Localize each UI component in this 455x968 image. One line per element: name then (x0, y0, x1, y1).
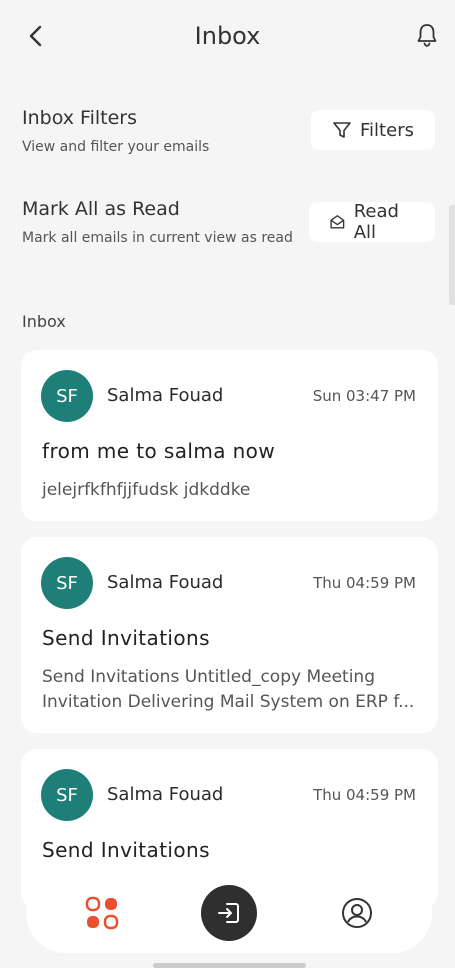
email-sender: Salma Fouad (107, 572, 224, 593)
filter-icon (333, 122, 351, 138)
inbox-filters-subtitle: View and filter your emails (22, 139, 210, 155)
nav-profile[interactable] (329, 885, 385, 941)
email-sender: Salma Fouad (107, 385, 224, 406)
notifications-button[interactable] (413, 20, 441, 50)
read-all-button[interactable]: Read All (309, 201, 435, 243)
avatar: SF (41, 370, 93, 422)
inbox-section-label: Inbox (22, 312, 66, 331)
inbox-filters-title: Inbox Filters (22, 107, 137, 129)
email-sender: Salma Fouad (107, 784, 224, 805)
nav-login[interactable] (201, 885, 257, 941)
email-preview: Send Invitations Untitled_copy Meeting I… (42, 667, 415, 712)
email-subject: Send Invitations (42, 626, 210, 650)
top-app-bar: Inbox (0, 0, 455, 74)
bottom-navigation (26, 873, 432, 953)
filters-button[interactable]: Filters (311, 110, 435, 150)
inbox-filters-row: Inbox Filters View and filter your email… (22, 107, 435, 167)
filters-button-label: Filters (360, 119, 414, 141)
avatar: SF (41, 769, 93, 821)
home-indicator (153, 963, 306, 968)
email-subject: from me to salma now (42, 439, 276, 463)
avatar: SF (41, 557, 93, 609)
envelope-open-icon (330, 215, 345, 229)
mark-all-read-row: Mark All as Read Mark all emails in curr… (22, 198, 435, 258)
email-time: Sun 03:47 PM (312, 387, 416, 405)
mark-all-read-subtitle: Mark all emails in current view as read (22, 230, 293, 246)
scrollbar[interactable] (449, 205, 455, 305)
mark-all-read-title: Mark All as Read (22, 198, 180, 220)
email-time: Thu 04:59 PM (313, 786, 416, 804)
email-subject: Send Invitations (42, 838, 210, 862)
user-circle-icon (342, 898, 372, 928)
read-all-button-label: Read All (353, 201, 399, 243)
email-card[interactable]: SF Salma Fouad Sun 03:47 PM from me to s… (21, 350, 438, 521)
nav-dashboard[interactable] (74, 885, 130, 941)
page-title: Inbox (194, 22, 261, 50)
email-time: Thu 04:59 PM (313, 574, 416, 592)
login-icon (218, 903, 239, 923)
email-preview: jelejrfkfhfjjfudsk jdkddke (42, 480, 251, 500)
bell-icon (417, 24, 437, 47)
grid-icon (85, 896, 119, 930)
email-card[interactable]: SF Salma Fouad Thu 04:59 PM Send Invitat… (21, 537, 438, 733)
